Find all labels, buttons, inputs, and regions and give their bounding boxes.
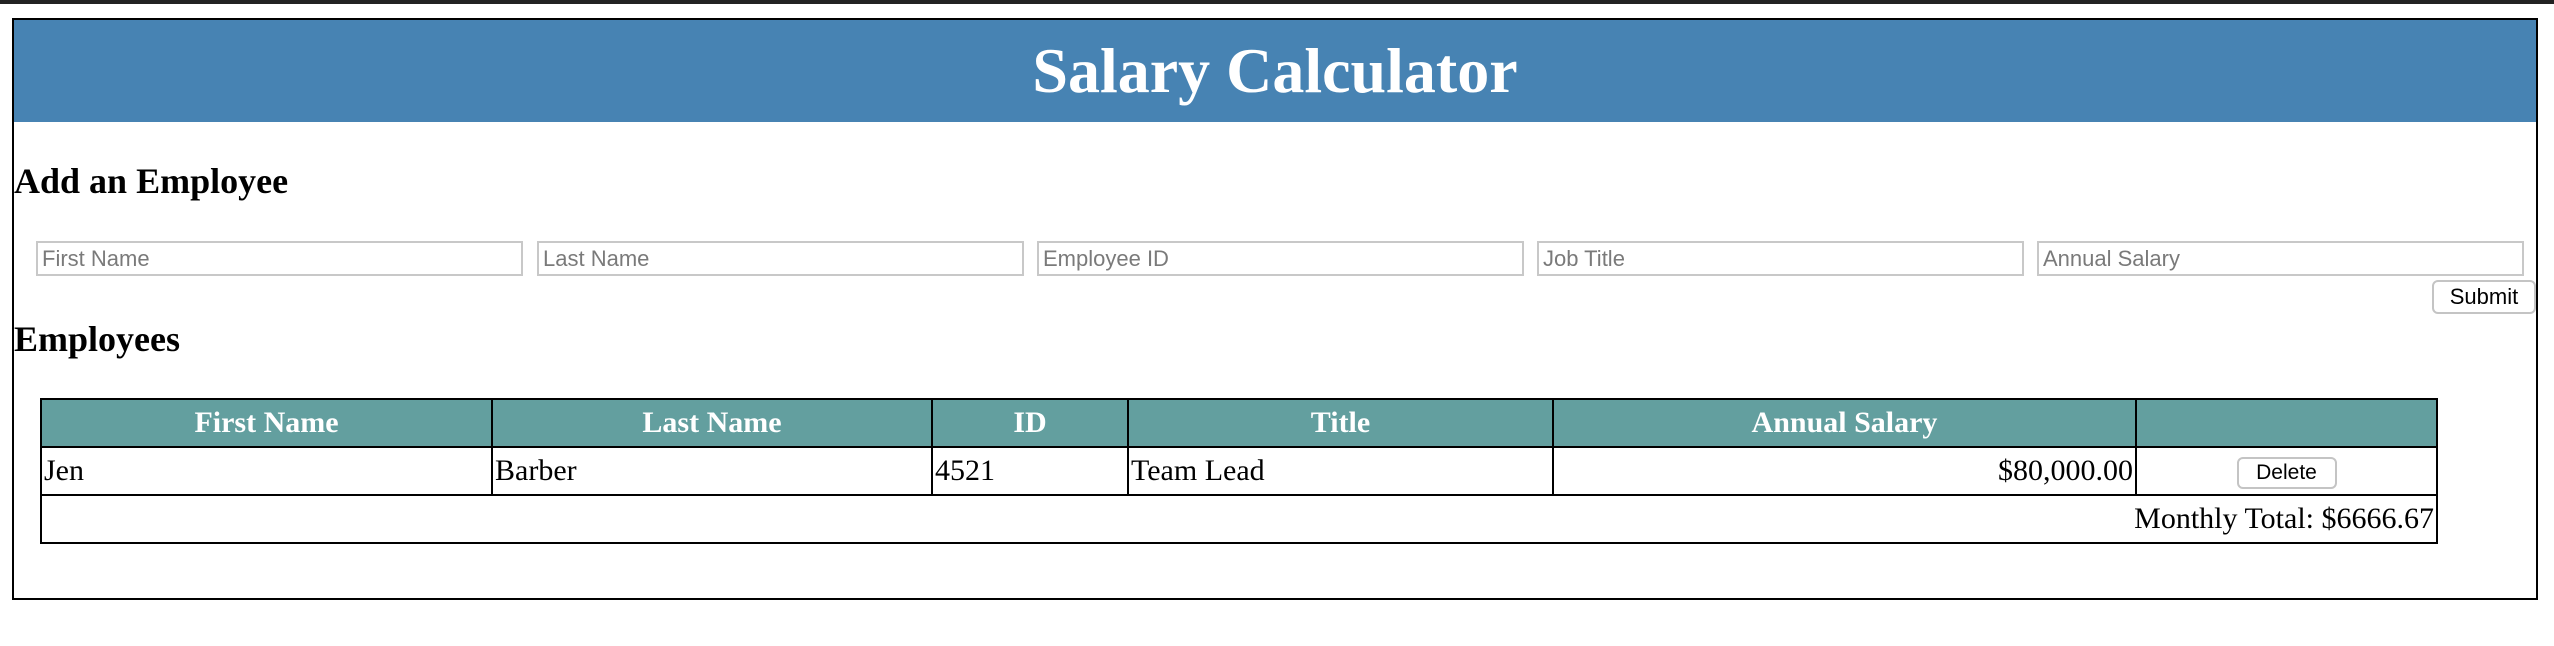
app-container: Salary Calculator Add an Employee Submit… [12,18,2538,600]
cell-id: 4521 [931,446,1129,496]
employee-id-input[interactable] [1037,241,1524,276]
app-title: Salary Calculator [1032,35,1518,106]
add-employee-heading: Add an Employee [14,161,289,201]
monthly-total: Monthly Total: $6666.67 [40,494,2438,544]
job-title-input[interactable] [1537,241,2024,276]
first-name-input[interactable] [36,241,523,276]
column-header-title: Title [1127,398,1554,448]
cell-actions: Delete [2135,446,2438,496]
table-header-row: First Name Last Name ID Title Annual Sal… [40,398,2438,448]
column-header-id: ID [931,398,1129,448]
submit-button[interactable]: Submit [2432,280,2536,314]
cell-first-name: Jen [40,446,493,496]
cell-title: Team Lead [1127,446,1554,496]
app-header: Salary Calculator [14,20,2536,122]
column-header-actions [2135,398,2438,448]
employees-table: First Name Last Name ID Title Annual Sal… [40,398,2438,544]
employees-heading: Employees [14,319,180,359]
cell-last-name: Barber [491,446,933,496]
delete-button[interactable]: Delete [2236,457,2337,489]
column-header-first-name: First Name [40,398,493,448]
annual-salary-input[interactable] [2037,241,2524,276]
table-row: Jen Barber 4521 Team Lead $80,000.00 Del… [40,446,2438,496]
column-header-annual-salary: Annual Salary [1552,398,2137,448]
browser-top-edge [0,0,2554,4]
total-row: Monthly Total: $6666.67 [40,494,2438,544]
last-name-input[interactable] [537,241,1024,276]
cell-annual-salary: $80,000.00 [1552,446,2137,496]
column-header-last-name: Last Name [491,398,933,448]
